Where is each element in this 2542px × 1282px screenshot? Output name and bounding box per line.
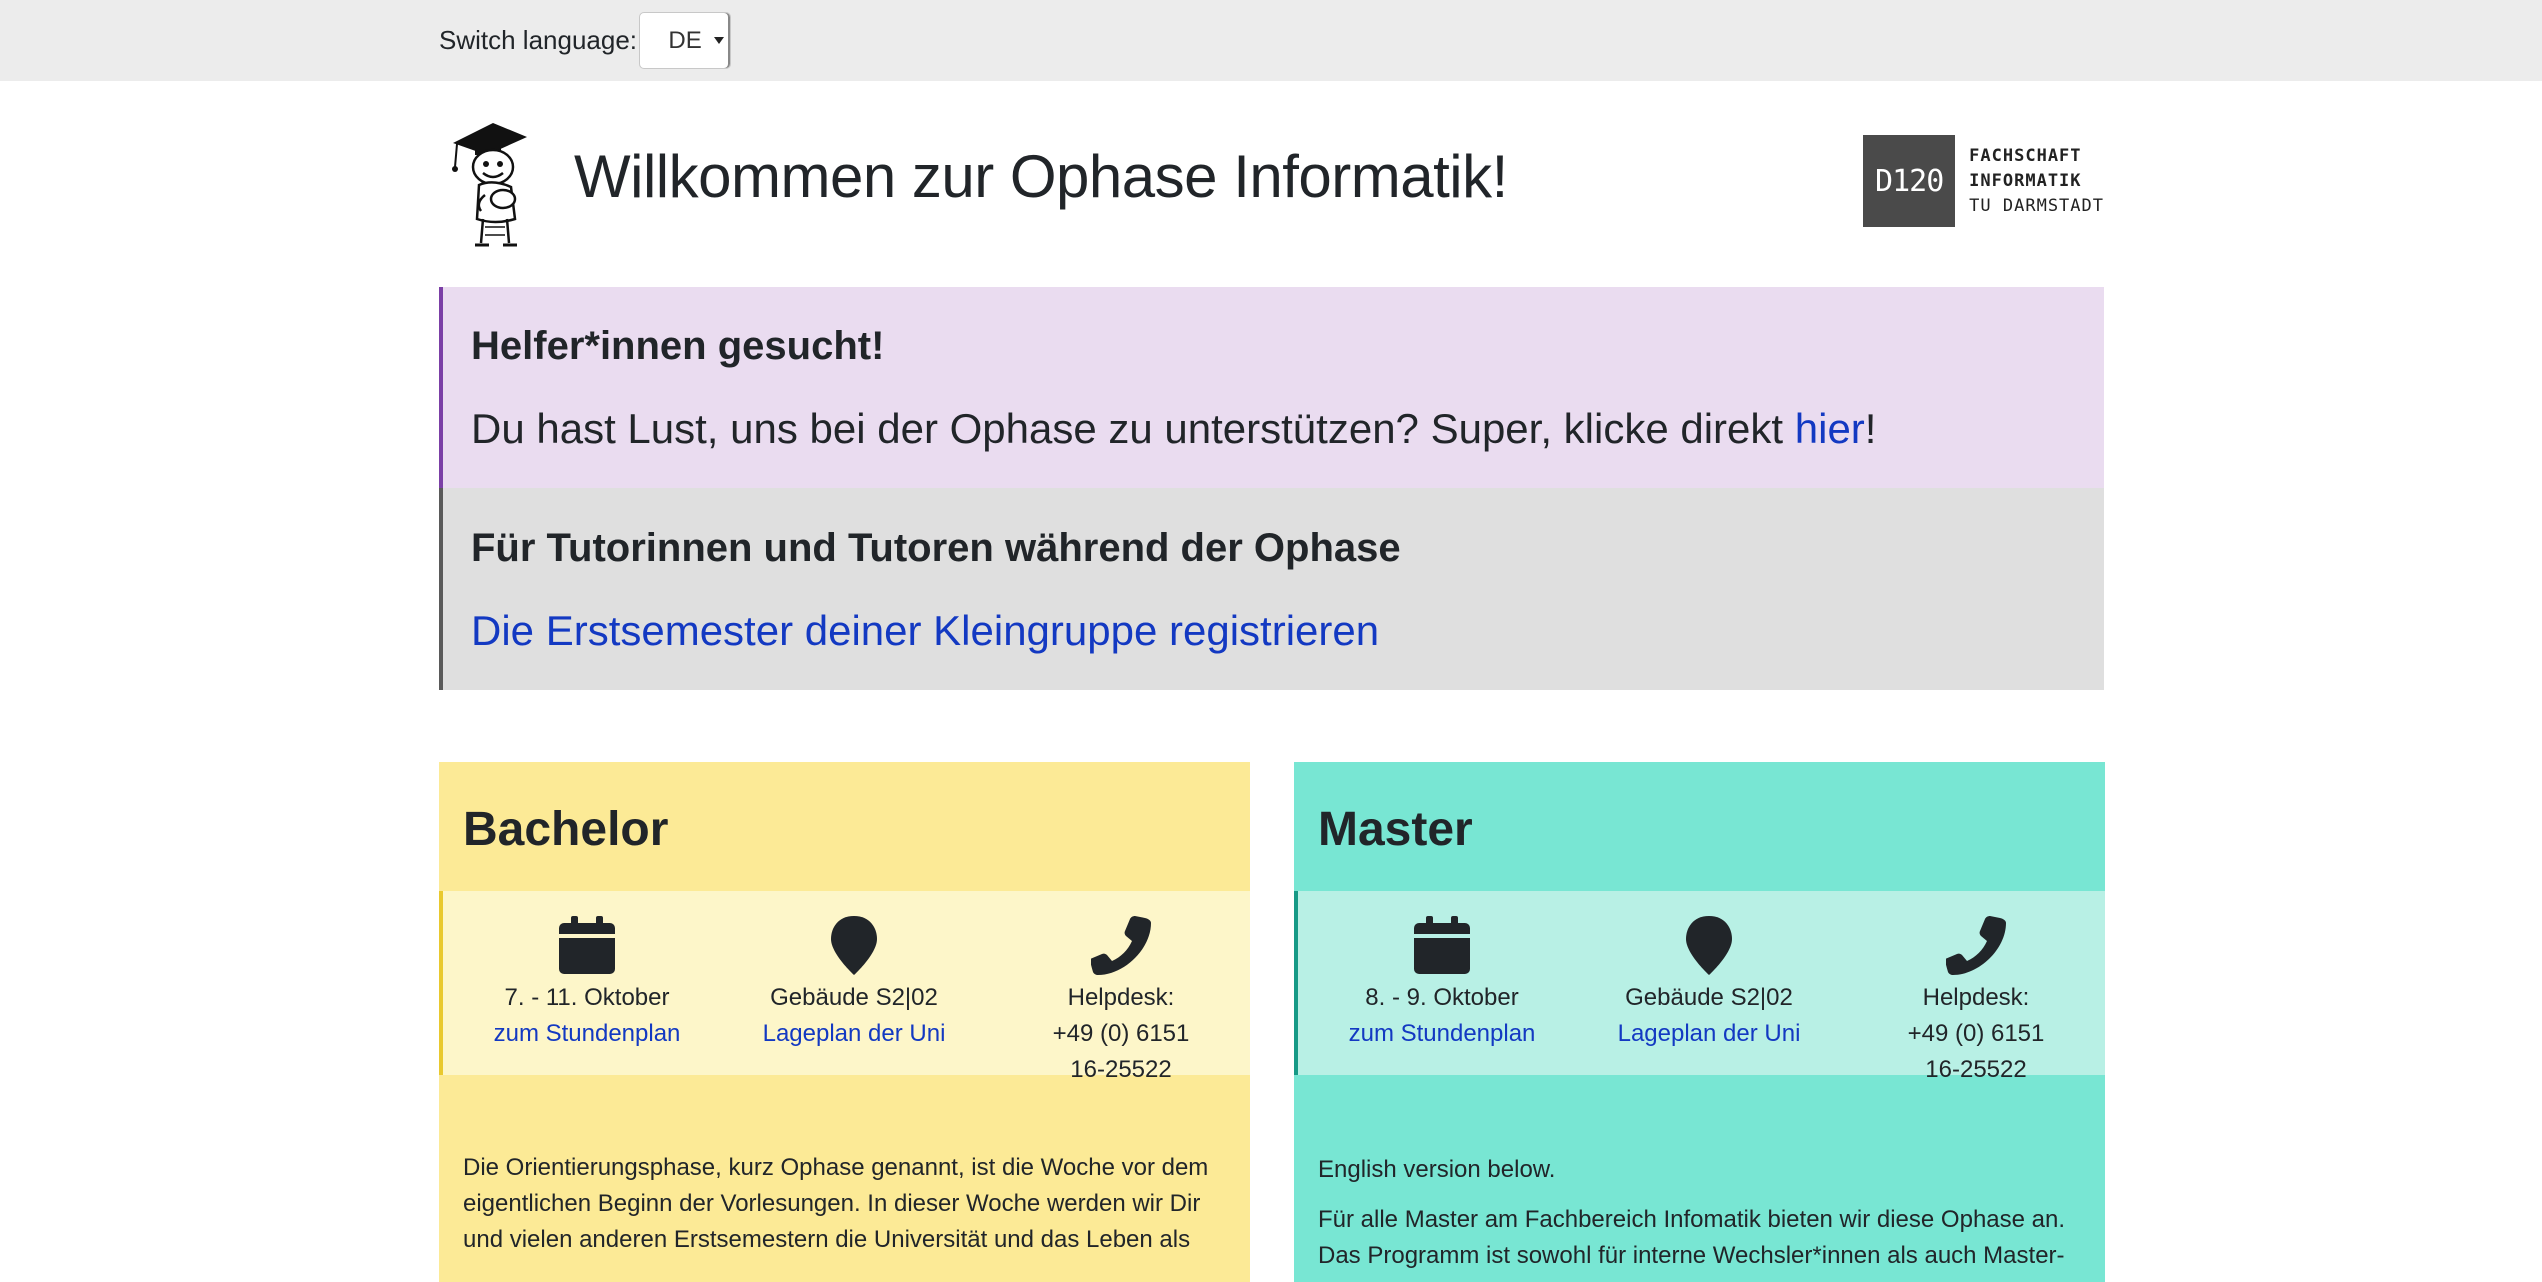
master-map-link[interactable]: Lageplan der Uni xyxy=(1618,1020,1801,1047)
mascot-logo xyxy=(452,123,527,247)
bachelor-date: 7. - 11. Oktober xyxy=(504,984,670,1011)
bachelor-info-bar: 7. - 11. Oktober zum Stundenplan Gebäude… xyxy=(439,891,1250,1083)
language-switcher: Switch language: DE xyxy=(439,12,732,69)
master-info-bar: 8. - 9. Oktober zum Stundenplan Gebäude … xyxy=(1294,891,2105,1083)
master-location-info: Gebäude S2|02 Lageplan der Uni xyxy=(1579,914,1839,1052)
master-description-text-2: Für alle Master am Fachbereich Infomatik… xyxy=(1318,1206,2066,1269)
phone-icon xyxy=(1946,916,2006,975)
bachelor-card: Bachelor 7. - 11. Oktober zum Stundenpla… xyxy=(439,762,1250,1282)
master-date-info: 8. - 9. Oktober zum Stundenplan xyxy=(1312,914,1572,1052)
bachelor-map-link[interactable]: Lageplan der Uni xyxy=(763,1020,946,1047)
language-select[interactable]: DE xyxy=(639,12,732,69)
master-helpdesk-label: Helpdesk: xyxy=(1922,984,2030,1011)
helpers-title: Helfer*innen gesucht! xyxy=(471,324,885,368)
helpers-text: Du hast Lust, uns bei der Ophase zu unte… xyxy=(471,405,1876,453)
map-pin-icon xyxy=(831,916,877,975)
helpers-text-after: ! xyxy=(1864,405,1877,452)
logo-line-1: FACHSCHAFT xyxy=(1969,145,2082,166)
master-card: Master 8. - 9. Oktober zum Stundenplan G… xyxy=(1294,762,2105,1282)
bachelor-description-text: Die Orientierungsphase, kurz Ophase gena… xyxy=(463,1154,1209,1253)
bachelor-helpdesk-info: Helpdesk: +49 (0) 6151 16-25522 xyxy=(991,914,1251,1088)
master-phone-line-2: 16-25522 xyxy=(1925,1056,2027,1083)
tutors-panel: Für Tutorinnen und Tutoren während der O… xyxy=(439,488,2104,690)
bachelor-location-info: Gebäude S2|02 Lageplan der Uni xyxy=(724,914,984,1052)
bachelor-helpdesk-label: Helpdesk: xyxy=(1067,984,1175,1011)
master-phone-line-1: +49 (0) 6151 xyxy=(1907,1020,2045,1047)
logo-line-3: TU DARMSTADT xyxy=(1969,195,2104,216)
language-label: Switch language: xyxy=(439,25,638,55)
bachelor-title: Bachelor xyxy=(463,803,669,856)
logo-line-2: INFORMATIK xyxy=(1969,170,2082,191)
page-title: Willkommen zur Ophase Informatik! xyxy=(574,143,1508,210)
chevron-down-icon xyxy=(714,37,725,44)
calendar-icon xyxy=(559,916,615,974)
tutors-text: Die Erstsemester deiner Kleingruppe regi… xyxy=(471,607,1379,655)
bachelor-location: Gebäude S2|02 xyxy=(770,984,938,1011)
phone-icon xyxy=(1091,916,1151,975)
language-select-value: DE xyxy=(668,26,702,54)
language-bar: Switch language: DE xyxy=(0,0,2542,81)
master-date: 8. - 9. Oktober xyxy=(1365,984,1519,1011)
bachelor-schedule-link[interactable]: zum Stundenplan xyxy=(494,1020,681,1047)
master-title: Master xyxy=(1318,803,1473,856)
bachelor-phone-line-1: +49 (0) 6151 xyxy=(1052,1020,1190,1047)
bachelor-date-info: 7. - 11. Oktober zum Stundenplan xyxy=(457,914,717,1052)
register-freshmen-link[interactable]: Die Erstsemester deiner Kleingruppe regi… xyxy=(471,607,1379,654)
master-schedule-link[interactable]: zum Stundenplan xyxy=(1349,1020,1536,1047)
master-description: English version below. Für alle Master a… xyxy=(1318,1152,2088,1274)
page-header: Willkommen zur Ophase Informatik! D120 F… xyxy=(439,115,2104,255)
master-description-text-1: English version below. xyxy=(1318,1156,1556,1183)
helpers-wanted-panel: Helfer*innen gesucht! Du hast Lust, uns … xyxy=(439,287,2104,488)
helpers-text-before: Du hast Lust, uns bei der Ophase zu unte… xyxy=(471,405,1795,452)
bachelor-phone-line-2: 16-25522 xyxy=(1070,1056,1172,1083)
fachschaft-logo[interactable]: D120 FACHSCHAFT INFORMATIK TU DARMSTADT xyxy=(1863,135,2104,227)
calendar-icon xyxy=(1414,916,1470,974)
master-helpdesk-info: Helpdesk: +49 (0) 6151 16-25522 xyxy=(1846,914,2106,1088)
logo-box: D120 xyxy=(1863,135,1956,227)
helpers-link[interactable]: hier xyxy=(1795,405,1865,452)
map-pin-icon xyxy=(1686,916,1732,975)
logo-text: FACHSCHAFT INFORMATIK TU DARMSTADT xyxy=(1969,144,2104,219)
tutors-title: Für Tutorinnen und Tutoren während der O… xyxy=(471,526,1401,570)
bachelor-description: Die Orientierungsphase, kurz Ophase gena… xyxy=(463,1150,1233,1258)
master-location: Gebäude S2|02 xyxy=(1625,984,1793,1011)
